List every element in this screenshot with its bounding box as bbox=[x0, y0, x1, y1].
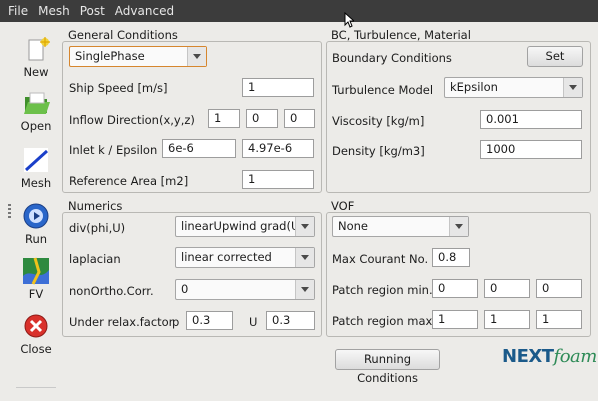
close-button[interactable]: Close bbox=[13, 311, 59, 363]
patch-min-z-input[interactable]: 0 bbox=[536, 279, 582, 298]
reference-area-input[interactable]: 1 bbox=[242, 170, 314, 189]
ship-speed-label: Ship Speed [m/s] bbox=[69, 81, 168, 95]
reference-area-label: Reference Area [m2] bbox=[69, 174, 189, 188]
fv-button[interactable]: FV bbox=[13, 256, 59, 308]
inlet-epsilon-input[interactable]: 4.97e-6 bbox=[242, 139, 314, 158]
new-icon bbox=[28, 37, 50, 61]
relax-u-input[interactable]: 0.3 bbox=[266, 311, 315, 330]
menu-mesh[interactable]: Mesh bbox=[33, 4, 75, 18]
toolbar-grip[interactable] bbox=[8, 204, 11, 218]
patch-region-min-label: Patch region min. bbox=[332, 283, 433, 297]
close-label: Close bbox=[20, 342, 52, 356]
laplacian-select[interactable]: linear corrected bbox=[175, 247, 315, 268]
menu-bar: File Mesh Post Advanced bbox=[0, 0, 598, 22]
general-conditions-title: General Conditions bbox=[68, 28, 178, 42]
toolbar-separator bbox=[16, 387, 56, 388]
patch-max-y-input[interactable]: 1 bbox=[484, 310, 530, 329]
nonortho-corr-value: 0 bbox=[181, 282, 189, 296]
logo-next: NEXT bbox=[502, 346, 554, 367]
chevron-down-icon bbox=[449, 217, 468, 236]
relax-u-label: U bbox=[249, 315, 258, 329]
turbulence-model-label: Turbulence Model bbox=[332, 83, 434, 97]
under-relax-factor-label: Under relax.factor bbox=[69, 315, 174, 329]
logo-foam: foam bbox=[553, 346, 598, 367]
inflow-direction-label: Inflow Direction(x,y,z) bbox=[69, 113, 195, 127]
nonortho-corr-label: nonOrtho.Corr. bbox=[69, 284, 154, 298]
chevron-down-icon bbox=[295, 280, 314, 299]
ship-speed-input[interactable]: 1 bbox=[242, 78, 314, 97]
div-phi-u-value: linearUpwind grad(U) bbox=[181, 219, 304, 233]
run-label: Run bbox=[24, 232, 48, 246]
relax-p-input[interactable]: 0.3 bbox=[186, 311, 233, 330]
fv-label: FV bbox=[28, 287, 44, 301]
new-label: New bbox=[23, 65, 49, 79]
chevron-down-icon bbox=[295, 248, 314, 267]
open-folder-icon bbox=[24, 92, 50, 114]
new-button[interactable]: New bbox=[13, 34, 59, 86]
run-icon bbox=[23, 203, 49, 229]
inflow-z-input[interactable]: 0 bbox=[284, 109, 315, 128]
div-phi-u-label: div(phi,U) bbox=[69, 221, 126, 235]
inflow-y-input[interactable]: 0 bbox=[246, 109, 278, 128]
viscosity-input[interactable]: 0.001 bbox=[480, 110, 582, 129]
inlet-k-epsilon-label: Inlet k / Epsilon bbox=[69, 143, 158, 157]
open-button[interactable]: Open bbox=[13, 88, 59, 140]
turbulence-model-select[interactable]: kEpsilon bbox=[444, 77, 583, 98]
fv-icon bbox=[23, 257, 49, 285]
mesh-button[interactable]: Mesh bbox=[13, 145, 59, 197]
mouse-cursor-icon bbox=[344, 12, 354, 28]
chevron-down-icon bbox=[295, 217, 314, 236]
mesh-label: Mesh bbox=[20, 176, 52, 190]
running-conditions-button[interactable]: Running Conditions bbox=[335, 349, 440, 385]
chevron-down-icon bbox=[187, 47, 206, 66]
max-courant-label: Max Courant No. bbox=[332, 252, 429, 266]
inflow-x-input[interactable]: 1 bbox=[208, 109, 240, 128]
laplacian-value: linear corrected bbox=[181, 250, 272, 264]
laplacian-label: laplacian bbox=[69, 252, 121, 266]
patch-region-max-label: Patch region max. bbox=[332, 314, 436, 328]
run-button[interactable]: Run bbox=[13, 201, 59, 253]
nextfoam-logo: NEXTfoam bbox=[502, 346, 597, 367]
boundary-conditions-label: Boundary Conditions bbox=[332, 51, 452, 65]
close-icon bbox=[24, 314, 48, 338]
nonortho-corr-select[interactable]: 0 bbox=[175, 279, 315, 300]
density-input[interactable]: 1000 bbox=[480, 140, 582, 159]
density-label: Density [kg/m3] bbox=[332, 144, 425, 158]
div-phi-u-select[interactable]: linearUpwind grad(U) bbox=[175, 216, 315, 237]
relax-p-label: p bbox=[172, 315, 180, 329]
mesh-icon bbox=[24, 148, 49, 172]
patch-min-y-input[interactable]: 0 bbox=[484, 279, 530, 298]
solver-value: SinglePhase bbox=[75, 49, 145, 63]
solver-select[interactable]: SinglePhase bbox=[69, 46, 207, 67]
viscosity-label: Viscosity [kg/m] bbox=[332, 114, 425, 128]
main-toolbar: New Open Mesh Run FV Close bbox=[13, 24, 59, 394]
turbulence-model-value: kEpsilon bbox=[450, 80, 498, 94]
menu-post[interactable]: Post bbox=[75, 4, 110, 18]
max-courant-input[interactable]: 0.8 bbox=[432, 248, 470, 267]
bc-title: BC, Turbulence, Material bbox=[331, 28, 471, 42]
vof-title: VOF bbox=[331, 199, 355, 213]
set-boundary-button[interactable]: Set bbox=[527, 46, 583, 67]
numerics-title: Numerics bbox=[68, 199, 123, 213]
inlet-k-input[interactable]: 6e-6 bbox=[162, 139, 236, 158]
patch-max-x-input[interactable]: 1 bbox=[432, 310, 478, 329]
vof-mode-select[interactable]: None bbox=[332, 216, 469, 237]
open-label: Open bbox=[20, 119, 52, 133]
patch-min-x-input[interactable]: 0 bbox=[432, 279, 478, 298]
menu-file[interactable]: File bbox=[0, 4, 33, 18]
patch-max-z-input[interactable]: 1 bbox=[536, 310, 582, 329]
vof-mode-value: None bbox=[338, 219, 369, 233]
chevron-down-icon bbox=[563, 78, 582, 97]
menu-advanced[interactable]: Advanced bbox=[110, 4, 179, 18]
